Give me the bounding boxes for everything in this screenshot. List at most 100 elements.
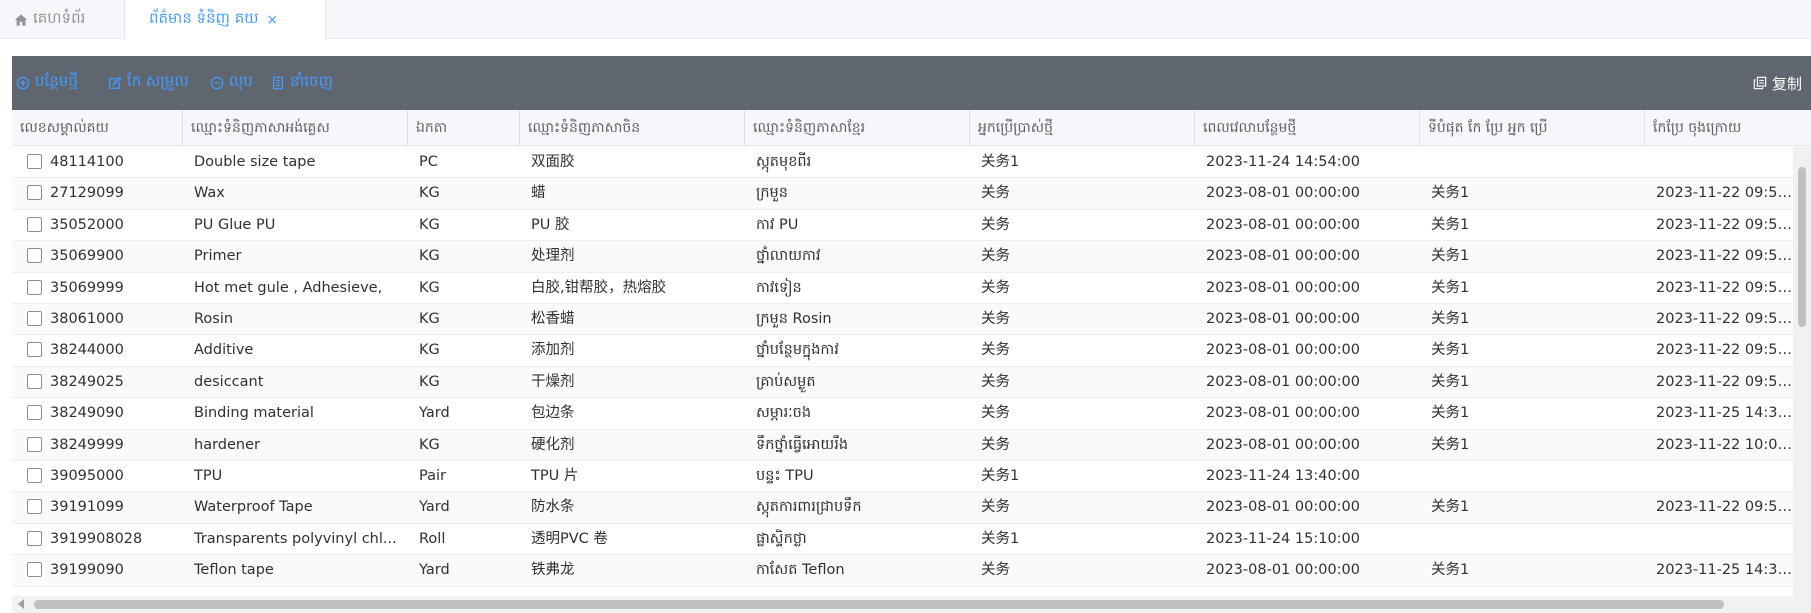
col-creator[interactable]: អ្នកប្រើប្រាស់ថ្មី [969,110,1194,146]
cell-creator: 关务 [981,499,1010,516]
cell-unit: KG [419,248,440,265]
cell-created-time: 2023-11-24 14:54:00 [1206,154,1360,170]
edit-icon [109,76,122,89]
cell-name-zh: 铁弗龙 [531,562,575,579]
cell-name-km: ក្រមួន [756,185,788,202]
cell-name-zh: 添加剂 [531,342,575,359]
col-last-modifier[interactable]: ទីបំផុត កែ ប្រែ អ្នក ប្រើ [1419,110,1644,146]
vertical-scroll-thumb[interactable] [1798,167,1806,327]
col-last-modified[interactable]: កែប្រែ ចុងក្រោយ [1644,110,1811,146]
cell-name-km: បន្ទះ TPU [756,468,814,484]
cell-last-modified: 2023-11-22 09:56:00 [1656,342,1794,359]
delete-button[interactable]: លុប [210,56,253,110]
table-row[interactable]: 38249090 Binding material Yard 包边条 សម្ភារៈចង… [12,398,1811,430]
horizontal-scrollbar[interactable] [12,596,1811,613]
table-header: លេខសម្គាល់គយ ឈ្មោះទំនិញភាសាអង់គ្លេស ឯកតា… [12,110,1811,146]
cell-last-modifier: 关务1 [1431,279,1470,296]
cell-name-zh: 白胶,钳帮胶，热熔胶 [531,279,667,296]
add-button[interactable]: បន្ថែមថ្មី [16,56,78,110]
cell-name-en: Rosin [194,311,234,327]
export-button[interactable]: នាំចេញ [271,56,333,110]
table-row[interactable]: 39095000 TPU Pair TPU 片 បន្ទះ TPU 关务1 2023-11-… [12,461,1811,493]
plus-circle-icon [16,76,30,90]
cell-name-zh: 蜡 [531,185,546,202]
cell-created-time: 2023-08-01 00:00:00 [1206,216,1360,233]
copy-button[interactable]: 复制 [1753,56,1802,110]
table-row[interactable]: 35069900 Primer KG 处理剂 ថ្នាំលាយកាវ 关务 2023-08-… [12,241,1811,273]
table-row[interactable]: 39199090 Teflon tape Yard 铁弗龙 កាសែត Teflon 关务… [12,555,1811,587]
cell-last-modifier: 关务1 [1431,216,1470,233]
cell-creator: 关务 [981,248,1010,265]
table-row[interactable]: 48114100 Double size tape PC 双面胶 ស្កុតមុខពីរ… [12,147,1811,179]
tab-customs-goods-info[interactable]: ព័ត៌មាន ទំនិញ គយ × [124,0,326,40]
cell-name-km: កាសែត Teflon [756,562,845,579]
cell-last-modifier: 关务1 [1431,248,1470,265]
cell-name-zh: 松香蜡 [531,311,575,327]
table-row[interactable]: 3919908028 Transparents polyvinyl chl... R… [12,524,1811,556]
toolbar: បន្ថែមថ្មី កែ សម្រួល លុប នាំចេញ 复制 [12,56,1811,110]
cell-unit: KG [419,279,440,296]
cell-created-time: 2023-08-01 00:00:00 [1206,499,1360,516]
tab-home[interactable]: គេហទំព័រ [14,0,85,39]
cell-name-zh: TPU 片 [531,468,579,484]
cell-creator: 关务 [981,562,1010,579]
cell-created-time: 2023-08-01 00:00:00 [1206,436,1360,453]
cell-last-modifier [1419,524,1644,555]
cell-created-time: 2023-08-01 00:00:00 [1206,342,1360,359]
cell-name-zh: PU 胶 [531,216,570,233]
cell-last-modifier: 关务1 [1431,562,1470,579]
cell-name-km: ថ្នាំលាយកាវ [756,248,821,265]
table-row[interactable]: 38244000 Additive KG 添加剂 ថ្នាំបន្ថែមក្នុងកាវ… [12,335,1811,367]
cell-name-km: ស្កុតមុខពីរ [756,154,812,170]
vertical-scrollbar[interactable] [1793,147,1811,596]
cell-last-modifier: 关务1 [1431,342,1470,359]
cell-creator: 关务 [981,311,1010,327]
cell-name-en: desiccant [194,373,264,390]
tab-active-label: ព័ត៌មាន ទំនិញ គយ [149,9,259,27]
table-row[interactable]: 35052000 PU Glue PU KG PU 胶 កាវ PU 关务 2023-08-… [12,210,1811,242]
cell-last-modifier: 关务1 [1431,373,1470,390]
cell-last-modified: 2023-11-22 09:54:00 [1656,185,1794,202]
col-unit[interactable]: ឯកតា [407,110,519,146]
close-tab-icon[interactable]: × [267,12,279,28]
tab-home-label: គេហទំព័រ [33,8,86,27]
add-label: បន្ថែមថ្មី [35,72,78,90]
horizontal-scroll-thumb[interactable] [34,600,1724,609]
col-created-time[interactable]: ពេលវេលាបន្ថែមថ្មី [1194,110,1419,146]
col-name-km[interactable]: ឈ្មោះទំនិញភាសាខ្មែរ [744,110,969,146]
cell-last-modified: 2023-11-22 09:58:00 [1656,311,1794,327]
cell-creator: 关务 [981,342,1010,359]
document-icon [273,76,283,90]
cell-name-en: Transparents polyvinyl chl... [194,530,397,547]
home-icon [14,13,28,26]
cell-customs-code: 48114100 [50,154,124,170]
cell-creator: 关务1 [981,530,1020,547]
table-row[interactable]: 38061000 Rosin KG 松香蜡 ក្រមួន Rosin 关务 2023-08-… [12,304,1811,336]
cell-name-km: កាវ PU [756,216,799,233]
cell-customs-code: 38061000 [50,311,124,327]
table-body: 48114100 Double size tape PC 双面胶 ស្កុតមុខពីរ… [12,147,1811,596]
cell-customs-code: 38249999 [50,436,124,453]
cell-unit: PC [419,154,438,170]
table-row[interactable]: 39191099 Waterproof Tape Yard 防水条 ស្កុតការពា… [12,492,1811,524]
cell-customs-code: 38249090 [50,405,124,422]
table-row[interactable]: 35069999 Hot met gule , Adhesieve, KG 白胶,钳帮… [12,273,1811,304]
cell-creator: 关务 [981,216,1010,233]
col-customs-code[interactable]: លេខសម្គាល់គយ [12,110,182,146]
col-name-en[interactable]: ឈ្មោះទំនិញភាសាអង់គ្លេស [182,110,407,146]
table-row[interactable]: 38249999 hardener KG 硬化剂 ទឹកថ្នាំធ្វើអោយរឹង 关… [12,429,1811,461]
table-row[interactable]: 27129099 Wax KG 蜡 ក្រមួន 关务 2023-08-01 00:00:0… [12,178,1811,210]
cell-name-km: ស្កុតការពារជ្រាបទឹក [756,499,862,516]
tab-strip: គេហទំព័រ ព័ត៌មាន ទំនិញ គយ × [0,0,1811,40]
table-row[interactable]: 38249025 desiccant KG 干燥剂 គ្រាប់សម្ងួត 关务 2023… [12,366,1811,399]
scroll-left-icon[interactable] [18,599,24,609]
cell-last-modified: 2023-11-22 09:55:00 [1656,248,1794,265]
cell-name-zh: 双面胶 [531,154,575,170]
cell-name-zh: 包边条 [531,405,575,422]
edit-button[interactable]: កែ សម្រួល [108,56,189,110]
col-name-zh[interactable]: ឈ្មោះទំនិញភាសាចិន [519,110,744,146]
cell-created-time: 2023-08-01 00:00:00 [1206,248,1360,265]
cell-created-time: 2023-11-24 13:40:00 [1206,468,1360,484]
cell-last-modifier: 关务1 [1431,185,1470,202]
cell-unit: Pair [419,468,446,484]
